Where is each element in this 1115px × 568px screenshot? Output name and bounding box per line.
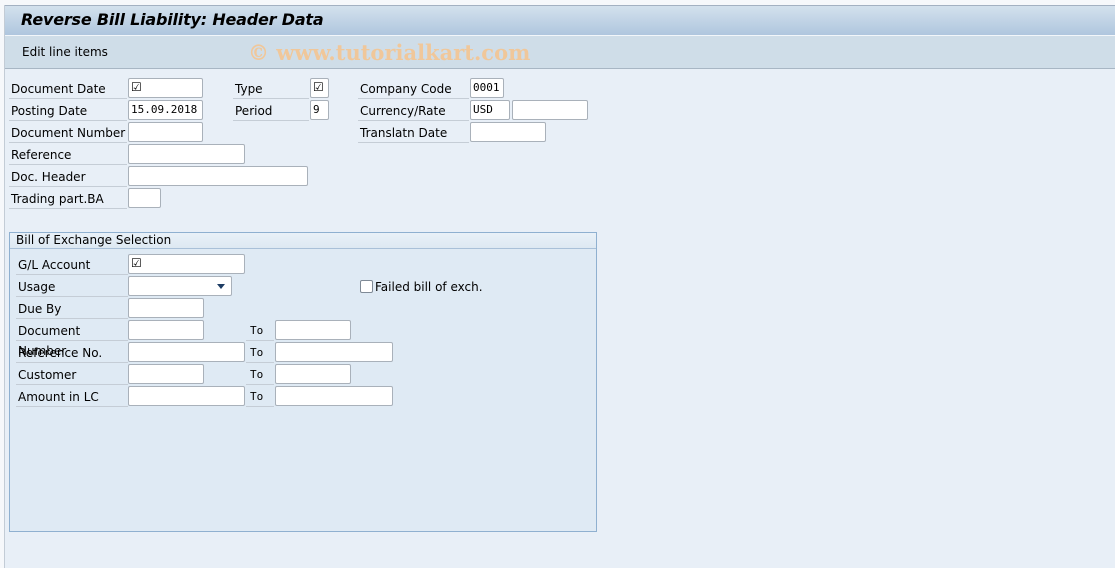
translation-date-label: Translatn Date <box>358 123 469 143</box>
due-by-input[interactable] <box>128 298 204 318</box>
customer-from-input[interactable] <box>128 364 204 384</box>
customer-label: Customer <box>16 365 128 385</box>
sel-document-number-from-input[interactable] <box>128 320 204 340</box>
sel-document-number-to-input[interactable] <box>275 320 351 340</box>
trading-part-ba-input[interactable] <box>128 188 161 208</box>
title-bar: Reverse Bill Liability: Header Data <box>5 5 1115 36</box>
posting-date-label: Posting Date <box>9 101 127 121</box>
currency-input[interactable]: USD <box>470 100 510 120</box>
trading-part-ba-label: Trading part.BA <box>9 189 127 209</box>
due-by-label: Due By <box>16 299 128 319</box>
bill-of-exchange-selection-group: Bill of Exchange Selection G/L Account ☑… <box>9 232 597 532</box>
posting-date-input[interactable]: 15.09.2018 <box>128 100 203 120</box>
currency-rate-label: Currency/Rate <box>358 101 469 121</box>
to-label: To <box>246 321 274 341</box>
amount-in-lc-from-input[interactable] <box>128 386 245 406</box>
company-code-input[interactable]: 0001 <box>470 78 504 98</box>
amount-in-lc-label: Amount in LC <box>16 387 128 407</box>
group-title: Bill of Exchange Selection <box>10 233 596 249</box>
doc-header-label: Doc. Header <box>9 167 127 187</box>
watermark: © www.tutorialkart.com <box>248 40 531 65</box>
gl-account-label: G/L Account <box>16 255 128 275</box>
doc-header-input[interactable] <box>128 166 308 186</box>
customer-to-input[interactable] <box>275 364 351 384</box>
document-number-label: Document Number <box>9 123 127 143</box>
gl-account-input[interactable]: ☑ <box>128 254 245 274</box>
sel-document-number-label: Document Number <box>16 321 128 358</box>
page-title: Reverse Bill Liability: Header Data <box>21 10 324 29</box>
period-input[interactable]: 9 <box>310 100 329 120</box>
type-label: Type <box>233 79 309 99</box>
to-label: To <box>246 365 274 385</box>
main-window: Reverse Bill Liability: Header Data Edit… <box>4 5 1115 568</box>
reference-no-label: Reference No. <box>16 343 128 363</box>
reference-no-to-input[interactable] <box>275 342 393 362</box>
usage-dropdown[interactable] <box>128 276 232 296</box>
edit-line-items-button[interactable]: Edit line items <box>22 45 108 59</box>
exchange-rate-input[interactable] <box>512 100 588 120</box>
failed-bill-checkbox[interactable] <box>360 280 373 293</box>
reference-input[interactable] <box>128 144 245 164</box>
usage-label: Usage <box>16 277 128 297</box>
reference-label: Reference <box>9 145 127 165</box>
document-number-input[interactable] <box>128 122 203 142</box>
company-code-label: Company Code <box>358 79 469 99</box>
application-toolbar: Edit line items © www.tutorialkart.com <box>5 36 1115 69</box>
reference-no-from-input[interactable] <box>128 342 245 362</box>
period-label: Period <box>233 101 309 121</box>
translation-date-input[interactable] <box>470 122 546 142</box>
chevron-down-icon[interactable] <box>217 284 225 289</box>
document-date-label: Document Date <box>9 79 127 99</box>
type-input[interactable]: ☑ <box>310 78 329 98</box>
document-date-input[interactable]: ☑ <box>128 78 203 98</box>
to-label: To <box>246 343 274 363</box>
to-label: To <box>246 387 274 407</box>
amount-in-lc-to-input[interactable] <box>275 386 393 406</box>
failed-bill-label: Failed bill of exch. <box>375 280 483 294</box>
